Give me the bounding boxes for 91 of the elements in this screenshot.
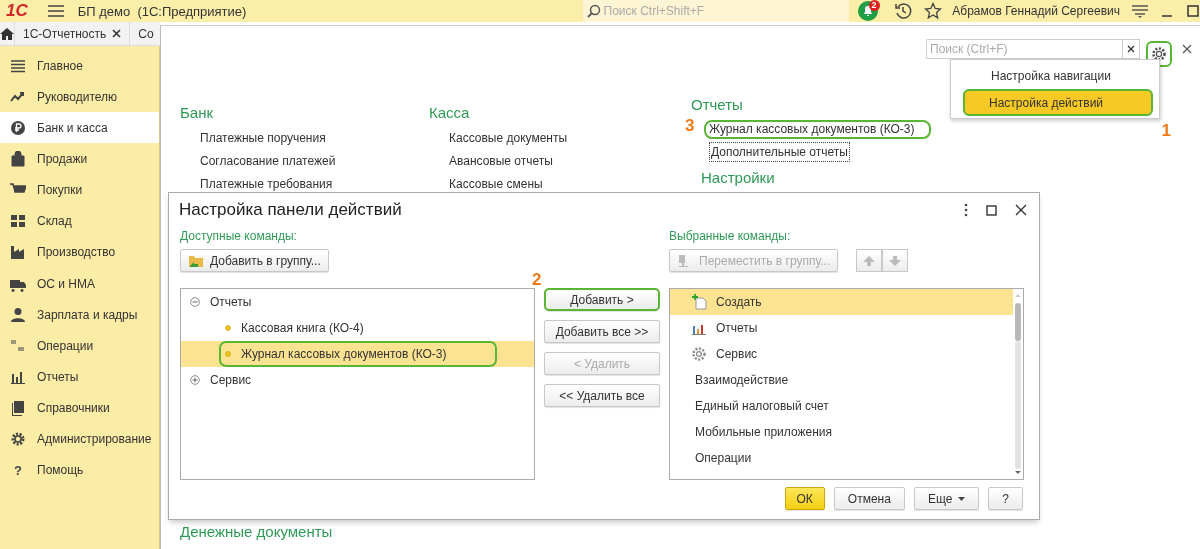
dialog-title: Настройка панели действий — [179, 200, 402, 220]
lines-icon — [10, 57, 26, 74]
menu-icon[interactable] — [1132, 4, 1148, 18]
bag-icon — [10, 151, 26, 167]
new-document-icon — [691, 294, 707, 310]
list-row[interactable]: Сервис — [670, 341, 1013, 367]
action-button[interactable]: Добавить все >> — [544, 320, 660, 343]
action-button[interactable]: << Удалить все — [544, 384, 660, 407]
books-icon — [10, 400, 26, 417]
grid-icon — [10, 213, 26, 230]
step-number: 3 — [685, 116, 695, 136]
scroll-down-icon[interactable] — [1013, 469, 1023, 477]
maximize-icon[interactable] — [1186, 4, 1200, 18]
step-number: 1 — [1161, 121, 1171, 141]
expand-icon[interactable] — [190, 375, 200, 385]
close-icon[interactable] — [1015, 204, 1027, 216]
step-number: 2 — [532, 270, 542, 290]
person-icon — [10, 306, 26, 323]
sidebar-item[interactable]: ОС и НМА — [0, 268, 159, 300]
home-icon — [0, 26, 14, 41]
section-title: Банк — [180, 104, 214, 122]
section-title: Настройки — [701, 169, 775, 187]
sidebar-item[interactable]: Банк и касса — [0, 112, 159, 144]
list-row[interactable]: Единый налоговый счет — [670, 393, 1013, 419]
sidebar-item[interactable]: Отчеты — [0, 361, 159, 393]
sidebar-item[interactable]: Руководителю — [0, 81, 159, 113]
tree-row[interactable]: Кассовая книга (КО-4) — [181, 315, 534, 341]
sidebar-item[interactable]: Склад — [0, 205, 159, 237]
menu-icon[interactable] — [47, 5, 64, 17]
sidebar-item[interactable]: Зарплата и кадры — [0, 299, 159, 331]
add-to-group-button[interactable]: Добавить в группу... — [180, 249, 329, 272]
app-title: БП демо (1С:Предприятие) — [77, 3, 248, 19]
close-icon[interactable] — [112, 29, 122, 38]
dialog-button[interactable]: Еще — [913, 487, 980, 510]
tree-row[interactable]: Журнал кассовых документов (КО-3) — [181, 341, 534, 367]
dialog-button[interactable]: ОК — [784, 487, 825, 510]
notifications-button[interactable]: 2 — [856, 0, 883, 22]
nav-link[interactable]: Платежные поручения — [198, 128, 328, 148]
sidebar-item[interactable]: Производство — [0, 236, 159, 268]
nav-link[interactable]: Дополнительные отчеты — [709, 142, 850, 162]
sidebar-item[interactable]: Справочники — [0, 392, 159, 424]
folder-icon — [188, 253, 204, 268]
section-title: Касса — [429, 104, 470, 122]
dialog-button[interactable]: Отмена — [833, 487, 905, 510]
sidebar-item[interactable]: ? Помощь — [0, 454, 159, 486]
tree-row[interactable]: Отчеты — [181, 289, 534, 315]
search-field[interactable]: Поиск (Ctrl+F) — [926, 39, 1122, 59]
caret-icon — [958, 496, 966, 501]
up-arrow-icon — [862, 254, 877, 267]
dialog-button[interactable]: ? — [988, 487, 1023, 510]
nav-link[interactable]: Авансовые отчеты — [447, 151, 555, 171]
nav-link[interactable]: Платежные требования — [198, 174, 335, 194]
list-row[interactable]: Мобильные приложения — [670, 419, 1013, 445]
collapse-icon[interactable] — [190, 297, 200, 307]
section-title: Отчеты — [691, 96, 743, 114]
nav-link[interactable]: Кассовые смены — [447, 174, 545, 194]
menu-item[interactable]: Настройка навигации — [951, 62, 1159, 89]
settings-icon — [1151, 46, 1167, 62]
sidebar-item[interactable]: Операции — [0, 330, 159, 362]
list-row[interactable]: Операции — [670, 445, 1013, 471]
maximize-icon[interactable] — [986, 204, 997, 216]
bullet-icon — [225, 325, 231, 331]
bullet-icon — [225, 351, 231, 357]
sidebar-item[interactable]: Главное — [0, 50, 159, 82]
close-icon — [1127, 45, 1135, 53]
sidebar-item[interactable]: Продажи — [0, 143, 159, 175]
gear-icon — [10, 431, 26, 448]
star-icon[interactable] — [924, 2, 943, 20]
close-icon[interactable] — [1182, 44, 1192, 54]
search-field[interactable]: Поиск Ctrl+Shift+F — [582, 0, 849, 22]
more-icon[interactable] — [964, 203, 968, 217]
section-title: Денежные документы — [180, 523, 333, 540]
notification-badge: 2 — [868, 0, 880, 11]
user-name[interactable]: Абрамов Геннадий Сергеевич — [952, 4, 1120, 18]
logo: 1С — [6, 1, 29, 21]
down-arrow-icon — [888, 254, 903, 267]
list-row[interactable]: Создать — [670, 289, 1013, 315]
list-row[interactable]: Взаимодействие — [670, 367, 1013, 393]
nav-link[interactable]: Кассовые документы — [447, 128, 570, 148]
nav-link[interactable]: Журнал кассовых документов (КО-3) — [704, 120, 931, 139]
gear-icon — [691, 346, 707, 362]
sidebar-item[interactable]: Покупки — [0, 174, 159, 206]
field-label: Доступные команды: — [180, 228, 298, 245]
field-label: Выбранные команды: — [669, 228, 792, 245]
ruble-icon — [10, 119, 26, 136]
factory-icon — [10, 244, 26, 261]
sidebar-item[interactable]: Администрирование — [0, 423, 159, 455]
list-row[interactable]: Отчеты — [670, 315, 1013, 341]
nav-link[interactable]: Согласование платежей — [198, 151, 338, 171]
history-icon[interactable] — [894, 2, 913, 20]
tree-row[interactable]: Сервис — [181, 367, 534, 393]
